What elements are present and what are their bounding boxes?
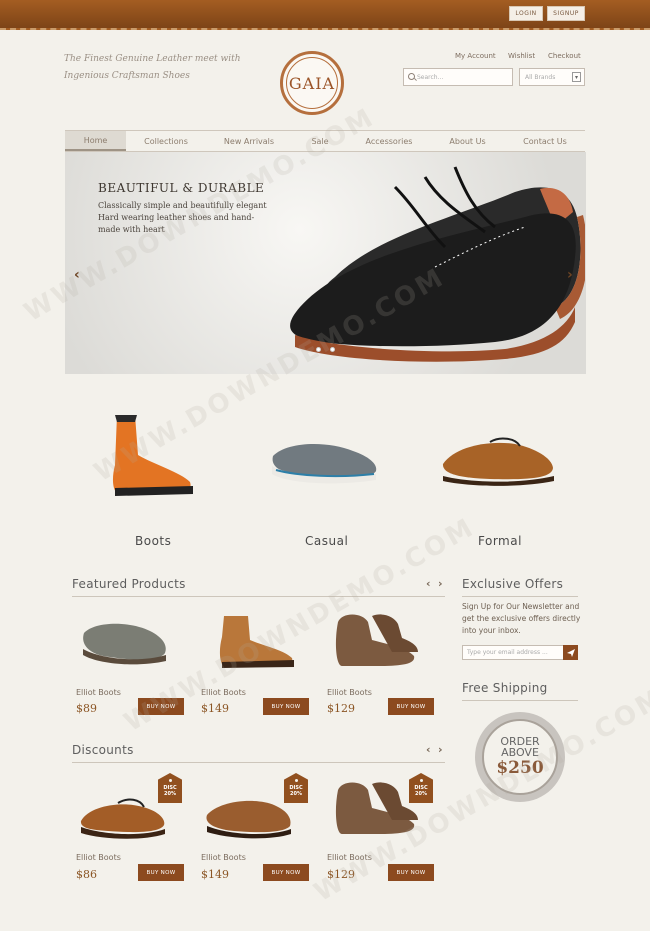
product-image[interactable] [204,793,294,839]
featured-next-icon[interactable]: › [438,577,443,590]
product-name[interactable]: Elliot Boots [327,688,372,697]
buy-now-button[interactable]: BUY NOW [388,698,434,715]
wishlist-link[interactable]: Wishlist [508,52,535,60]
brand-select-value: All Brands [525,73,556,81]
search-placeholder: Search... [417,73,444,81]
my-account-link[interactable]: My Account [455,52,496,60]
discounts-next-icon[interactable]: › [438,743,443,756]
logo[interactable]: GAIA [280,51,344,115]
divider [72,762,445,763]
logo-text: GAIA [286,57,338,109]
hero-shoe-image [290,166,585,362]
buy-now-button[interactable]: BUY NOW [263,698,309,715]
signup-button[interactable]: SIGNUP [547,6,585,21]
tag-hole [168,779,172,782]
product-price: $86 [76,868,97,881]
tag-hole [294,779,298,782]
featured-products-title: Featured Products [72,577,186,591]
divider [462,596,578,597]
tagline-line-1: The Finest Genuine Leather meet with [64,54,241,64]
category-label-formal[interactable]: Formal [478,534,522,548]
nav-item-home[interactable]: Home [65,131,126,151]
product-image[interactable] [80,615,170,667]
chevron-down-icon: ▾ [572,72,581,82]
product-image[interactable] [332,612,422,670]
buy-now-button[interactable]: BUY NOW [263,864,309,881]
divider [72,596,445,597]
casual-category-image[interactable] [268,436,383,486]
nav-item-new-arrivals[interactable]: New Arrivals [206,131,292,151]
login-button[interactable]: LOGIN [509,6,543,21]
tagline: The Finest Genuine Leather meet with Ing… [64,51,254,85]
tagline-line-2: Ingenious Craftsman Shoes [64,71,190,81]
hero-next-arrow-icon[interactable]: › [567,267,573,283]
product-name[interactable]: Elliot Boots [76,688,121,697]
brand-select[interactable]: All Brands ▾ [519,68,585,86]
divider [462,700,578,701]
search-icon [407,72,417,82]
nav-item-collections[interactable]: Collections [126,131,206,151]
send-icon[interactable] [563,645,578,660]
product-image[interactable] [78,795,168,840]
newsletter-text: Sign Up for Our Newsletter and get the e… [462,602,581,635]
category-label-casual[interactable]: Casual [305,534,348,548]
product-price: $129 [327,702,355,715]
nav-item-about-us[interactable]: About Us [430,131,505,151]
checkout-link[interactable]: Checkout [548,52,581,60]
exclusive-offers-title: Exclusive Offers [462,577,564,591]
featured-prev-icon[interactable]: ‹ [426,577,431,590]
newsletter-email-input[interactable]: Type your email address ... [462,645,564,660]
discounts-prev-icon[interactable]: ‹ [426,743,431,756]
free-shipping-title: Free Shipping [462,681,548,695]
formal-category-image[interactable] [440,436,558,486]
product-price: $149 [201,702,229,715]
product-price: $89 [76,702,97,715]
discounts-title: Discounts [72,743,134,757]
product-name[interactable]: Elliot Boots [201,853,246,862]
product-name[interactable]: Elliot Boots [76,853,121,862]
product-price: $149 [201,868,229,881]
nav-item-contact-us[interactable]: Contact Us [505,131,585,151]
category-label-boots[interactable]: Boots [135,534,171,548]
buy-now-button[interactable]: BUY NOW [138,864,184,881]
search-input[interactable]: Search... [403,68,513,86]
